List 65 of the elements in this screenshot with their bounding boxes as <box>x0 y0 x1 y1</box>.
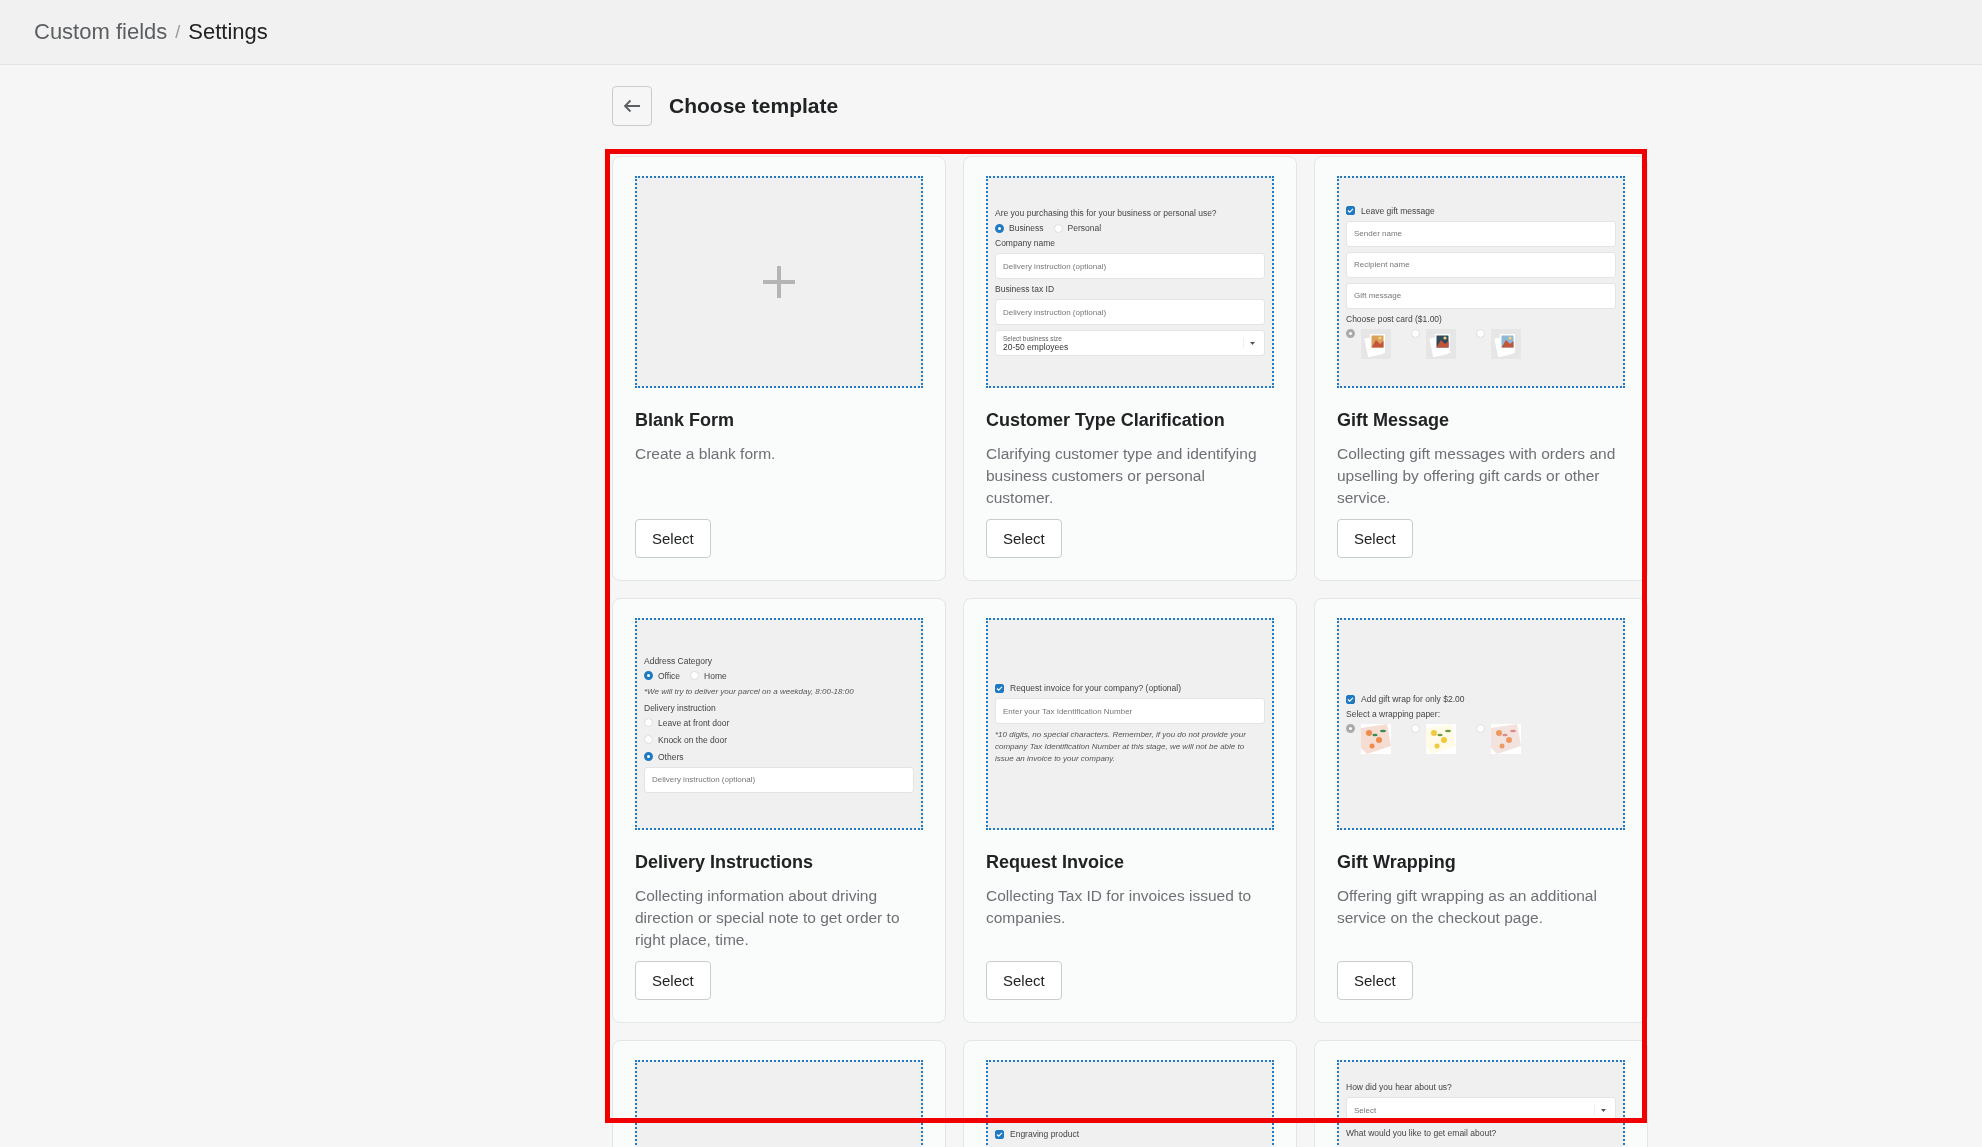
input-field[interactable]: Recipient name <box>1346 251 1616 278</box>
form-label: Address Category <box>644 655 714 666</box>
checkbox[interactable] <box>995 1129 1004 1139</box>
template-description: Collecting information about driving direction or special note to get order to right place, time. <box>635 886 901 950</box>
radio-label: Home <box>704 670 727 681</box>
back-arrow-icon <box>623 99 641 113</box>
template-description: Offering gift wrapping as an additional service on the checkout page. <box>1337 886 1598 928</box>
checkbox-label: Leave gift message <box>1361 205 1435 216</box>
select-button[interactable]: Select <box>1337 519 1413 558</box>
form-note: *We will try to deliver your parcel on a weekday, 8:00-18:00 <box>644 685 855 698</box>
select-button[interactable]: Select <box>635 519 711 558</box>
template-description: Collecting gift messages with orders and upselling by offering gift cards or other service. <box>1337 444 1617 508</box>
template-title: Gift Message <box>1337 410 1451 431</box>
back-button[interactable] <box>612 86 652 126</box>
checkbox-label: Add gift wrap for only $2.00 <box>1361 694 1465 704</box>
select-button[interactable]: Select <box>986 961 1062 1000</box>
radio-label: Others <box>658 751 684 762</box>
checkbox-label: Request invoice for your company? (optional) <box>1010 683 1182 693</box>
template-title: Customer Type Clarification <box>986 410 1226 431</box>
template-title: Blank Form <box>635 410 736 431</box>
radio-button[interactable] <box>1346 328 1355 338</box>
input-field[interactable]: Enter your Tax Identification Number <box>995 698 1265 724</box>
template-description: Create a blank form. <box>635 444 777 464</box>
radio-button[interactable] <box>1346 724 1355 733</box>
form-label: Business tax ID <box>995 284 1056 294</box>
radio-button[interactable] <box>995 223 1004 233</box>
radio-label: Personal <box>1067 223 1102 233</box>
input-field[interactable]: Sender name <box>1346 220 1616 247</box>
checkbox-label: Engraving product <box>1010 1129 1079 1139</box>
form-label: Choose post card ($1.00) <box>1346 313 1443 324</box>
breadcrumb-link[interactable]: Custom fields <box>34 19 168 45</box>
template-description: Collecting Tax ID for invoices issued to companies. <box>986 886 1253 928</box>
breadcrumb-separator: / <box>175 21 181 43</box>
checkbox[interactable] <box>995 683 1004 693</box>
form-label: What would you like to get email about? <box>1346 1128 1498 1138</box>
input-field[interactable]: Delivery instruction (optional) <box>995 299 1265 325</box>
breadcrumb-current[interactable]: Settings <box>188 19 268 45</box>
template-title: Request Invoice <box>986 852 1126 873</box>
template-title: Delivery Instructions <box>635 852 815 873</box>
form-label: Are you purchasing this for your business or personal use? <box>995 208 1218 218</box>
form-label: Company name <box>995 238 1056 248</box>
radio-label: Business <box>1009 223 1044 233</box>
caret-icon <box>1594 1105 1608 1115</box>
page-title: Choose template <box>669 94 839 118</box>
radio-button[interactable] <box>644 671 653 680</box>
caret-icon <box>1243 338 1257 348</box>
select-button[interactable]: Select <box>635 961 711 1000</box>
form-label: How did you hear about us? <box>1346 1082 1453 1092</box>
form-note: *10 digits, no special characters. Remember, if you do not provide your company Tax Identification Number at this stage, we will not be able to issue an invoice to your company. <box>995 729 1247 765</box>
radio-label: Office <box>658 670 681 681</box>
form-label: Select a wrapping paper: <box>1346 709 1442 719</box>
input-field[interactable]: Delivery instruction (optional) <box>644 766 914 793</box>
template-title: Gift Wrapping <box>1337 852 1457 873</box>
select-button[interactable]: Select <box>1337 961 1413 1000</box>
input-field[interactable]: Delivery instruction (optional) <box>995 253 1265 279</box>
radio-button[interactable] <box>644 752 653 761</box>
select-button[interactable]: Select <box>986 519 1062 558</box>
template-description: Clarifying customer type and identifying business customers or personal customer. <box>986 444 1258 508</box>
input-field[interactable]: Gift message <box>1346 282 1616 309</box>
plus-icon <box>761 264 797 300</box>
radio-label: Knock on the door <box>658 734 727 745</box>
form-label: Delivery instruction <box>644 702 717 713</box>
checkbox[interactable] <box>1346 206 1355 215</box>
checkbox[interactable] <box>1346 694 1355 704</box>
radio-label: Leave at front door <box>658 717 730 728</box>
